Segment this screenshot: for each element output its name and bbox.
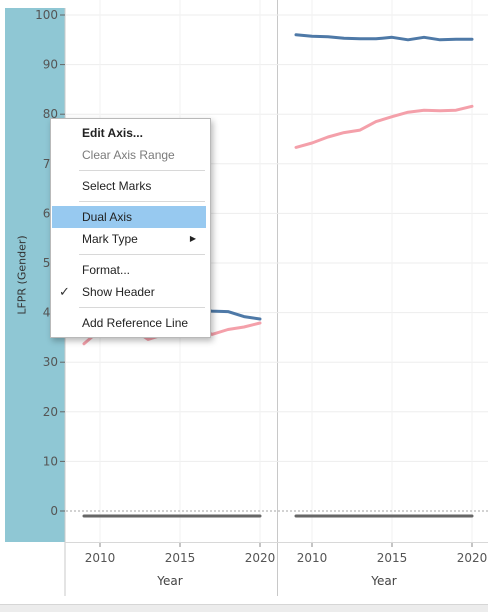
y-tick-label: 30 [43,355,58,369]
x-axis-title-right: Year [370,574,396,588]
menu-item-format[interactable]: Format... [51,259,210,281]
x-tick-label: 2010 [85,551,116,565]
menu-separator [79,254,205,255]
menu-item-label: Add Reference Line [82,316,189,330]
menu-item-label: Clear Axis Range [82,148,175,162]
series-line-pane2-1[interactable] [294,33,474,42]
y-tick-label: 0 [50,504,58,518]
y-tick-label: 20 [43,405,58,419]
x-axis-title-left: Year [156,574,182,588]
x-axis[interactable]: Year Year 2010 2015 2020 2010 2015 2020 [85,543,488,588]
submenu-arrow-icon: ▶ [189,234,196,243]
menu-item-label: Edit Axis... [82,126,143,140]
series-line-pane2-2[interactable] [294,104,474,149]
menu-item-label: Format... [82,263,131,277]
checkmark-icon: ✓ [59,284,70,299]
menu-item-label: Mark Type [82,232,138,246]
x-tick-label: 2010 [297,551,328,565]
menu-separator [79,170,205,171]
y-tick-label: 90 [43,58,58,72]
y-tick-label: 10 [43,454,58,468]
menu-item-clear-axis-range: Clear Axis Range [51,144,210,166]
x-tick-label: 2020 [457,551,488,565]
menu-item-mark-type[interactable]: Mark Type ▶ [51,228,210,250]
menu-separator [79,201,205,202]
menu-item-label: Show Header [82,285,155,299]
menu-separator [79,307,205,308]
menu-item-dual-axis[interactable]: Dual Axis [52,206,206,228]
menu-item-edit-axis[interactable]: Edit Axis... [51,122,210,144]
menu-item-show-header[interactable]: ✓ Show Header [51,281,210,303]
x-tick-label: 2020 [245,551,276,565]
x-tick-label: 2015 [377,551,408,565]
context-menu: Edit Axis... Clear Axis Range Select Mar… [50,118,211,338]
x-tick-label: 2015 [165,551,196,565]
menu-item-add-reference-line[interactable]: Add Reference Line [51,312,210,334]
y-tick-label: 100 [35,8,58,22]
menu-item-label: Dual Axis [82,210,133,224]
menu-item-select-marks[interactable]: Select Marks [51,175,210,197]
menu-item-label: Select Marks [82,179,152,193]
